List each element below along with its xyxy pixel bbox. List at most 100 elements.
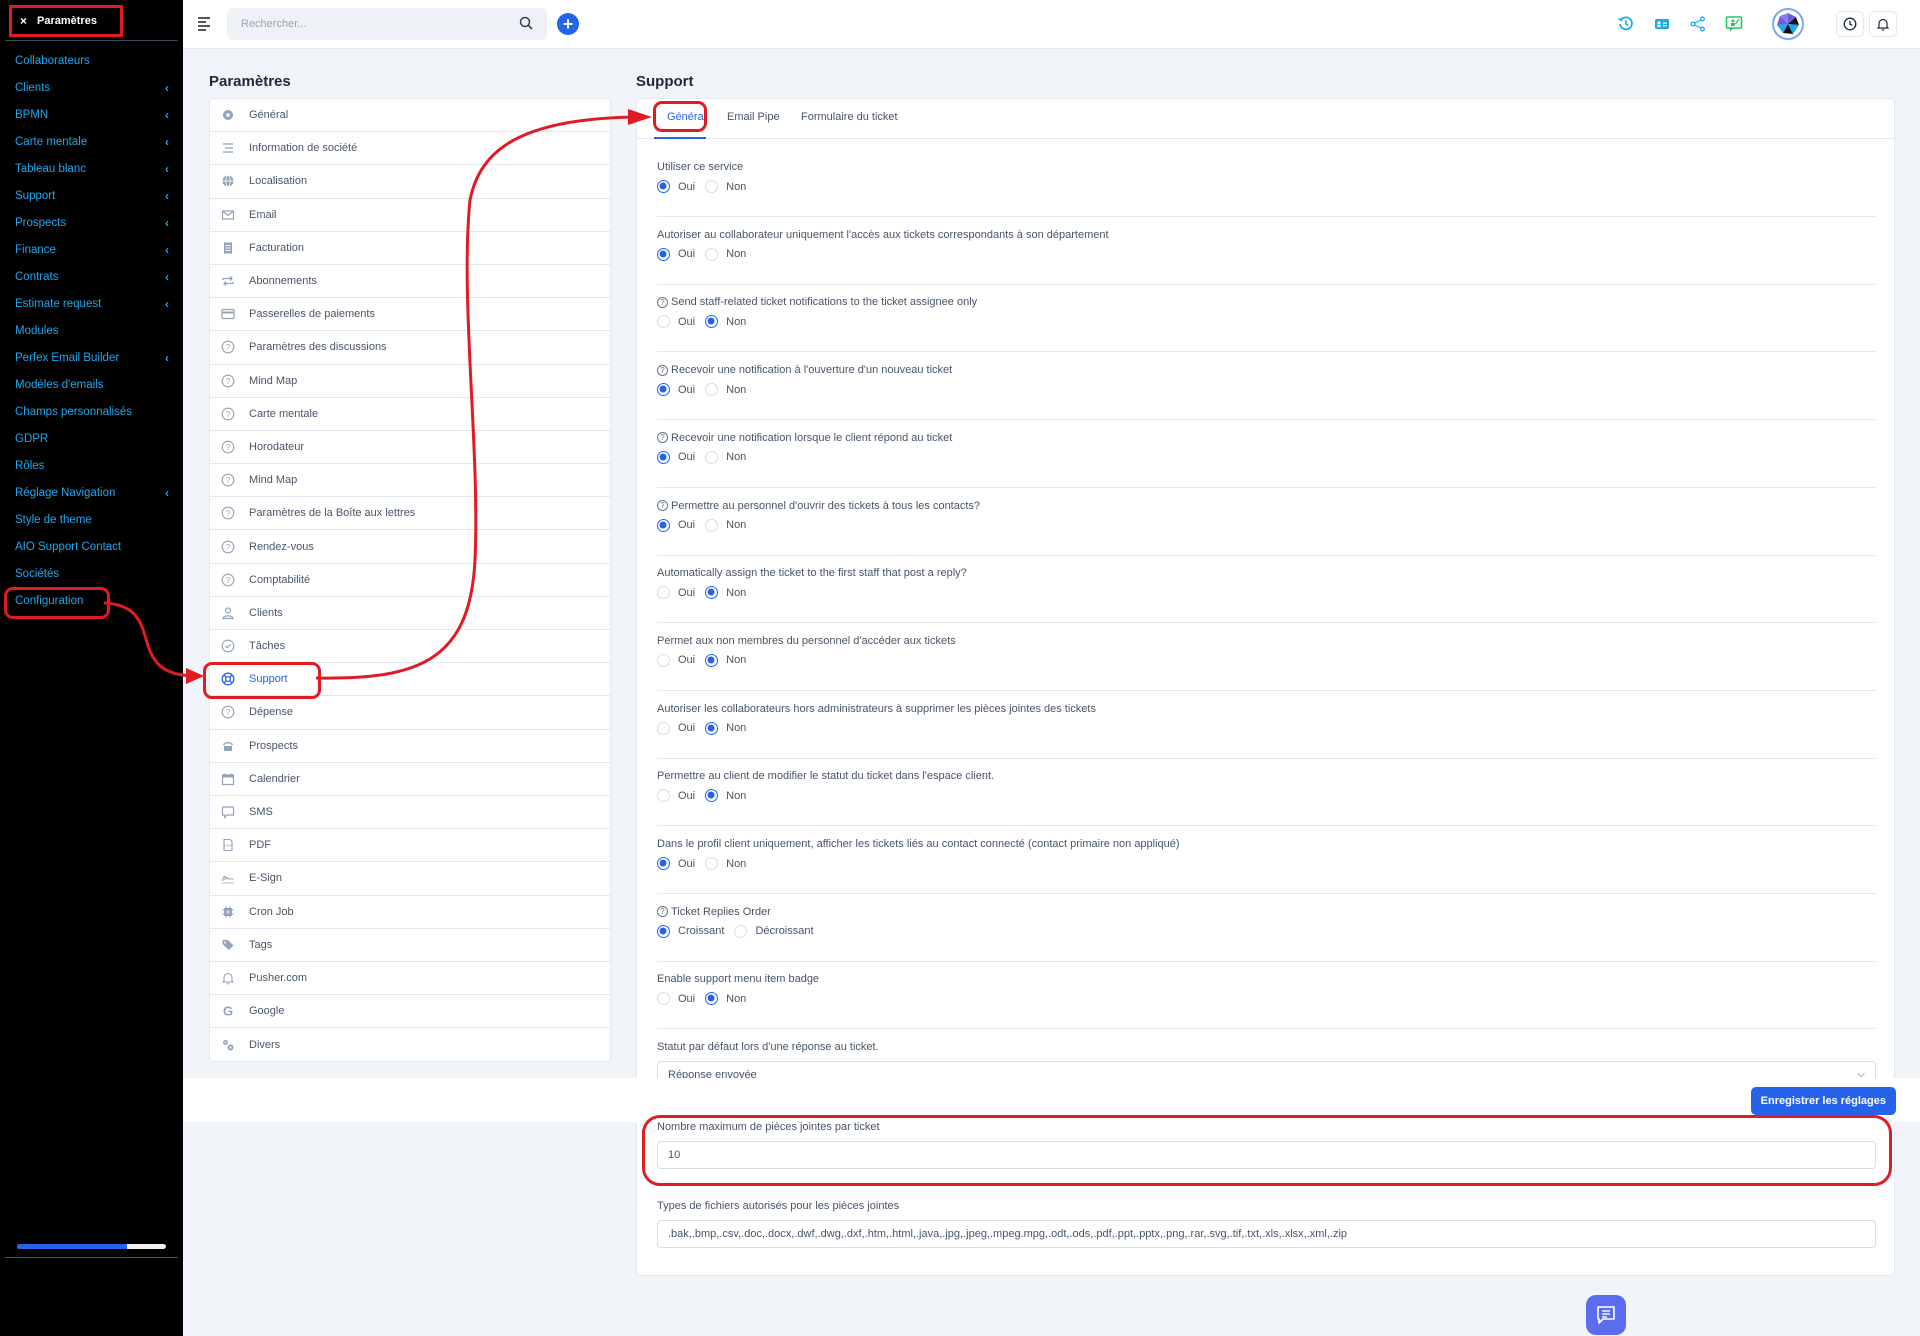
radio-unchecked-icon[interactable] — [657, 315, 670, 329]
radio-non[interactable]: Non — [705, 857, 746, 870]
tab-ticket-form[interactable]: Formulaire du ticket — [801, 111, 898, 123]
settings-item-horodateur[interactable]: ? Horodateur — [210, 431, 610, 465]
menu-toggle-icon[interactable] — [198, 17, 210, 31]
settings-item-e-sign[interactable]: E-Sign — [210, 862, 610, 896]
radio-non[interactable]: Non — [705, 789, 746, 803]
settings-item-calendrier[interactable]: Calendrier — [210, 763, 610, 796]
sidebar-item-estimate-request[interactable]: Estimate request ‹ — [0, 290, 183, 317]
radio-oui[interactable]: Oui — [657, 653, 695, 667]
chevron-left-icon[interactable]: ‹ — [165, 486, 169, 500]
chevron-left-icon[interactable]: ‹ — [165, 243, 169, 257]
radio-oui[interactable]: Oui — [657, 721, 695, 735]
chevron-left-icon[interactable]: ‹ — [165, 162, 169, 176]
settings-item-localisation[interactable]: Localisation — [210, 165, 610, 199]
settings-item-abonnements[interactable]: Abonnements — [210, 265, 610, 299]
radio-oui[interactable]: Oui — [657, 857, 695, 870]
notifications-button[interactable] — [1869, 11, 1897, 37]
radio-checked-icon[interactable] — [705, 721, 719, 735]
sidebar-item-gdpr[interactable]: GDPR — [0, 425, 183, 452]
allowed-file-types-input[interactable] — [657, 1220, 1876, 1248]
radio-oui[interactable]: Oui — [657, 383, 695, 397]
radio-checked-icon[interactable] — [705, 992, 719, 1006]
radio-non[interactable]: Non — [705, 721, 746, 735]
radio-oui[interactable]: Oui — [657, 992, 695, 1006]
settings-item-parametres-des-discussions[interactable]: ? Paramètres des discussions — [210, 331, 610, 365]
help-icon[interactable]: ? — [657, 906, 668, 918]
radio-oui[interactable]: Oui — [657, 518, 695, 532]
radio-non[interactable]: Non — [705, 518, 746, 532]
radio-checked-icon[interactable] — [657, 383, 670, 397]
settings-item-mind-map[interactable]: ? Mind Map — [210, 464, 610, 498]
radio-unchecked-icon[interactable] — [657, 789, 670, 803]
radio-oui[interactable]: Oui — [657, 789, 695, 803]
sidebar-header[interactable]: × Paramètres — [9, 5, 123, 37]
settings-item-tags[interactable]: Tags — [210, 929, 610, 962]
save-settings-button[interactable]: Enregistrer les réglages — [1750, 1087, 1896, 1115]
chevron-left-icon[interactable]: ‹ — [165, 135, 169, 149]
sidebar-item-configuration[interactable]: Configuration — [0, 587, 183, 619]
radio-oui[interactable]: Oui — [657, 180, 695, 193]
help-icon[interactable]: ? — [657, 296, 668, 308]
settings-item-sms[interactable]: SMS — [210, 796, 610, 830]
settings-item-pdf[interactable]: PDF PDF — [210, 829, 610, 863]
sidebar-item-mod-les-d-emails[interactable]: Modèles d'emails — [0, 371, 183, 398]
sidebar-item-finance[interactable]: Finance ‹ — [0, 236, 183, 263]
chevron-left-icon[interactable]: ‹ — [165, 216, 169, 230]
radio-unchecked-icon[interactable] — [705, 857, 719, 870]
radio-unchecked-icon[interactable] — [657, 721, 670, 735]
contact-card-icon[interactable] — [1651, 13, 1673, 35]
chevron-left-icon[interactable]: ‹ — [165, 270, 169, 284]
presentation-chat-icon[interactable] — [1723, 13, 1745, 35]
sidebar-item-tableau-blanc[interactable]: Tableau blanc ‹ — [0, 155, 183, 182]
settings-item-parametres-de-la-boite-aux-lettres[interactable]: ? Paramètres de la Boîte aux lettres — [210, 497, 610, 531]
sidebar-item-contrats[interactable]: Contrats ‹ — [0, 263, 183, 290]
avatar[interactable] — [1772, 8, 1804, 40]
radio-checked-icon[interactable] — [705, 789, 719, 803]
chat-button[interactable] — [1586, 1295, 1626, 1335]
radio-oui[interactable]: Oui — [657, 586, 695, 600]
radio-unchecked-icon[interactable] — [705, 450, 719, 464]
radio-non[interactable]: Non — [705, 180, 746, 193]
settings-item-taches[interactable]: Tâches — [210, 630, 610, 664]
settings-item-general[interactable]: Général — [210, 99, 610, 133]
radio-checked-icon[interactable] — [705, 315, 719, 329]
sidebar-item-modules[interactable]: Modules — [0, 317, 183, 344]
tab-email-pipe[interactable]: Email Pipe — [727, 111, 780, 123]
radio-unchecked-icon[interactable] — [705, 247, 719, 261]
settings-item-carte-mentale[interactable]: ? Carte mentale — [210, 398, 610, 431]
close-icon[interactable]: × — [20, 14, 27, 28]
quick-add-button[interactable]: + — [557, 13, 579, 35]
sidebar-item-r-glage-navigation[interactable]: Réglage Navigation ‹ — [0, 479, 183, 506]
radio-unchecked-icon[interactable] — [705, 180, 719, 193]
radio-non[interactable]: Non — [705, 315, 746, 329]
radio-oui[interactable]: Oui — [657, 315, 695, 329]
settings-item-comptabilite[interactable]: ? Comptabilité — [210, 564, 610, 597]
chevron-left-icon[interactable]: ‹ — [165, 351, 169, 365]
history-icon[interactable] — [1615, 13, 1637, 35]
sidebar-item-soci-t-s[interactable]: Sociétés — [0, 560, 183, 587]
radio-non[interactable]: Non — [705, 450, 746, 464]
sidebar-item-collaborateurs[interactable]: Collaborateurs — [0, 47, 183, 74]
settings-item-depense[interactable]: ? Dépense — [210, 696, 610, 730]
settings-item-google[interactable]: G Google — [210, 995, 610, 1029]
radio-checked-icon[interactable] — [657, 518, 670, 532]
chevron-left-icon[interactable]: ‹ — [165, 189, 169, 203]
sidebar-item-style-de-theme[interactable]: Style de theme — [0, 506, 183, 533]
radio-unchecked-icon[interactable] — [657, 992, 670, 1006]
radio-non[interactable]: Non — [705, 992, 746, 1006]
help-icon[interactable]: ? — [657, 364, 668, 376]
share-icon[interactable] — [1687, 13, 1709, 35]
radio-checked-icon[interactable] — [705, 653, 719, 667]
radio-checked-icon[interactable] — [705, 586, 719, 600]
search-icon[interactable] — [519, 16, 533, 30]
radio-unchecked-icon[interactable] — [705, 383, 719, 397]
help-icon[interactable]: ? — [657, 500, 668, 511]
sidebar-item-prospects[interactable]: Prospects ‹ — [0, 209, 183, 236]
sidebar-item-bpmn[interactable]: BPMN ‹ — [0, 101, 183, 128]
clock-button[interactable] — [1836, 11, 1864, 37]
chevron-left-icon[interactable]: ‹ — [165, 108, 169, 122]
sidebar-item-support[interactable]: Support ‹ — [0, 182, 183, 209]
settings-item-divers[interactable]: Divers — [210, 1028, 610, 1061]
radio-non[interactable]: Non — [705, 247, 746, 261]
settings-item-facturation[interactable]: Facturation — [210, 232, 610, 265]
